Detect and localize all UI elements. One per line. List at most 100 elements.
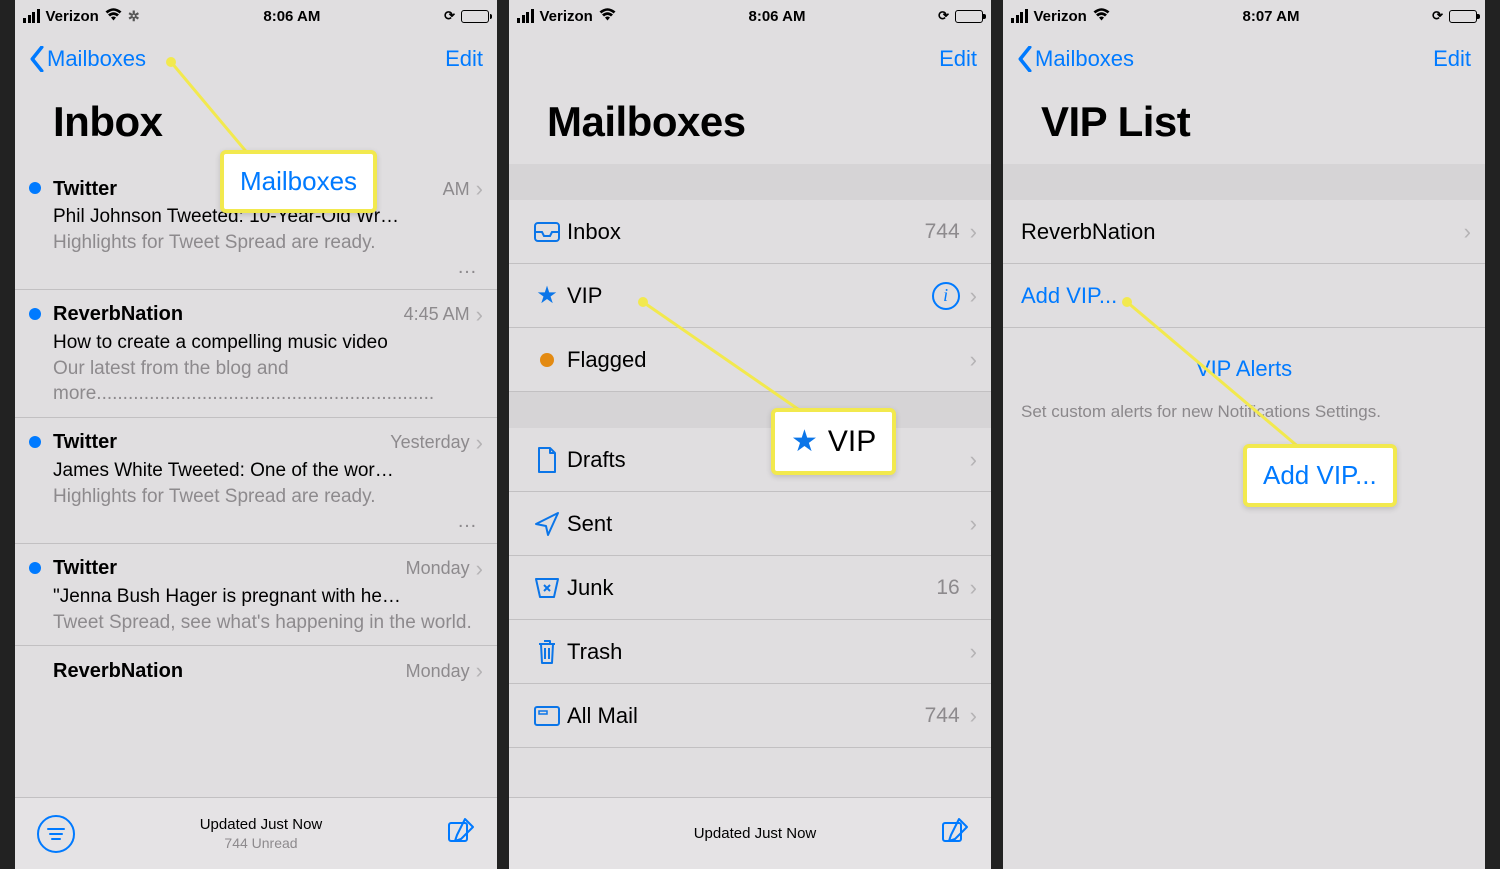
drafts-icon xyxy=(527,447,567,473)
status-time: 8:06 AM xyxy=(263,8,320,25)
edit-button[interactable]: Edit xyxy=(445,46,483,72)
message-preview: Tweet Spread, see what's happening in th… xyxy=(53,610,483,636)
message-time: AM› xyxy=(443,176,483,202)
toolbar: Updated Just Now xyxy=(509,797,991,869)
page-title: Mailboxes xyxy=(509,86,991,164)
chevron-right-icon: › xyxy=(970,511,977,537)
section-gap xyxy=(509,392,991,428)
message-sender: ReverbNation xyxy=(53,303,183,326)
carrier-label: Verizon xyxy=(46,8,99,25)
callout-mailboxes: Mailboxes xyxy=(220,150,377,213)
mailbox-row-drafts[interactable]: Drafts › xyxy=(509,428,991,492)
mailbox-row-vip[interactable]: ★ VIP i › xyxy=(509,264,991,328)
mailbox-label: Trash xyxy=(567,639,970,665)
mailbox-row-trash[interactable]: Trash › xyxy=(509,620,991,684)
rotation-lock-icon: ⟳ xyxy=(938,8,949,24)
message-sender: Twitter xyxy=(53,557,117,580)
section-gap xyxy=(1003,164,1485,200)
rotation-lock-icon: ⟳ xyxy=(444,8,455,24)
compose-button[interactable] xyxy=(941,817,969,850)
mailbox-row-inbox[interactable]: Inbox 744 › xyxy=(509,200,991,264)
chevron-right-icon: › xyxy=(1464,219,1471,245)
battery-icon xyxy=(1449,10,1477,23)
edit-button[interactable]: Edit xyxy=(939,46,977,72)
chevron-right-icon: › xyxy=(476,302,483,328)
edit-button[interactable]: Edit xyxy=(1433,46,1471,72)
mailbox-label: Sent xyxy=(567,511,970,537)
signal-icon xyxy=(1011,9,1028,23)
mailbox-label: Drafts xyxy=(567,447,970,473)
rotation-lock-icon: ⟳ xyxy=(1432,8,1443,24)
wifi-icon xyxy=(599,8,616,25)
mailbox-label: Junk xyxy=(567,575,936,601)
mailbox-row-allmail[interactable]: All Mail 744 › xyxy=(509,684,991,748)
nav-bar: Mailboxes Edit xyxy=(15,32,497,86)
add-vip-label: Add VIP... xyxy=(1021,283,1117,309)
chevron-right-icon: › xyxy=(476,556,483,582)
status-bar: Verizon ✲ 8:06 AM ⟳ xyxy=(15,0,497,32)
chevron-right-icon: › xyxy=(970,347,977,373)
battery-icon xyxy=(461,10,489,23)
mailbox-count: 744 xyxy=(925,704,960,728)
toolbar-status: Updated Just Now 744 Unread xyxy=(200,815,323,853)
sent-icon xyxy=(527,511,567,537)
message-row[interactable]: Twitter Yesterday› James White Tweeted: … xyxy=(15,418,497,544)
info-icon[interactable]: i xyxy=(932,282,960,310)
toolbar-status: Updated Just Now xyxy=(694,824,817,844)
mailbox-count: 16 xyxy=(936,576,959,600)
unread-dot-icon xyxy=(29,436,41,448)
message-list: Twitter AM› Phil Johnson Tweeted: 10-Yea… xyxy=(15,164,497,694)
chevron-right-icon: › xyxy=(476,430,483,456)
toolbar: Updated Just Now 744 Unread xyxy=(15,797,497,869)
carrier-label: Verizon xyxy=(1034,8,1087,25)
mailbox-row-flagged[interactable]: Flagged › xyxy=(509,328,991,392)
status-time: 8:06 AM xyxy=(748,8,805,25)
back-mailboxes-button[interactable]: Mailboxes xyxy=(1017,46,1134,72)
section-gap xyxy=(509,164,991,200)
message-row[interactable]: Twitter Monday› "Jenna Bush Hager is pre… xyxy=(15,544,497,647)
inbox-icon xyxy=(527,219,567,245)
more-icon[interactable]: … xyxy=(53,510,483,533)
signal-icon xyxy=(517,9,534,23)
vip-contact-row[interactable]: ReverbNation › xyxy=(1003,200,1485,264)
more-icon[interactable]: … xyxy=(53,256,483,279)
message-row[interactable]: ReverbNation Monday› xyxy=(15,646,497,694)
status-bar: Verizon 8:06 AM ⟳ xyxy=(509,0,991,32)
add-vip-button[interactable]: Add VIP... xyxy=(1003,264,1485,328)
trash-icon xyxy=(527,639,567,665)
message-time: Monday› xyxy=(406,556,483,582)
vip-footer-text: Set custom alerts for new Notifications … xyxy=(1003,400,1485,424)
signal-icon xyxy=(23,9,40,23)
chevron-left-icon xyxy=(1017,46,1033,72)
compose-button[interactable] xyxy=(447,817,475,850)
chevron-right-icon: › xyxy=(970,639,977,665)
chevron-right-icon: › xyxy=(970,703,977,729)
mailbox-row-sent[interactable]: Sent › xyxy=(509,492,991,556)
battery-icon xyxy=(955,10,983,23)
chevron-right-icon: › xyxy=(476,658,483,684)
message-row[interactable]: ReverbNation 4:45 AM› How to create a co… xyxy=(15,290,497,418)
star-icon: ★ xyxy=(791,424,818,459)
message-sender: ReverbNation xyxy=(53,660,183,683)
mailbox-label: Flagged xyxy=(567,347,970,373)
screen-vip-list: Verizon 8:07 AM ⟳ Mailboxes Edit VIP Lis… xyxy=(1003,0,1485,869)
mailbox-label: All Mail xyxy=(567,703,925,729)
callout-vip: ★ VIP xyxy=(771,408,896,475)
compose-icon xyxy=(447,817,475,845)
back-mailboxes-button[interactable]: Mailboxes xyxy=(29,46,146,72)
unread-dot-icon xyxy=(29,308,41,320)
callout-add-vip: Add VIP... xyxy=(1243,444,1397,507)
chevron-right-icon: › xyxy=(970,447,977,473)
mailbox-row-junk[interactable]: Junk 16 › xyxy=(509,556,991,620)
nav-bar: Edit xyxy=(509,32,991,86)
message-sender: Twitter xyxy=(53,178,117,201)
screen-inbox: Verizon ✲ 8:06 AM ⟳ Mailboxes Edit Inbox… xyxy=(15,0,497,869)
vip-alerts-button[interactable]: VIP Alerts xyxy=(1003,328,1485,400)
chevron-right-icon: › xyxy=(970,219,977,245)
compose-icon xyxy=(941,817,969,845)
mailbox-label: Inbox xyxy=(567,219,925,245)
filter-button[interactable] xyxy=(37,815,75,853)
mailbox-count: 744 xyxy=(925,220,960,244)
chevron-left-icon xyxy=(29,46,45,72)
chevron-right-icon: › xyxy=(970,283,977,309)
